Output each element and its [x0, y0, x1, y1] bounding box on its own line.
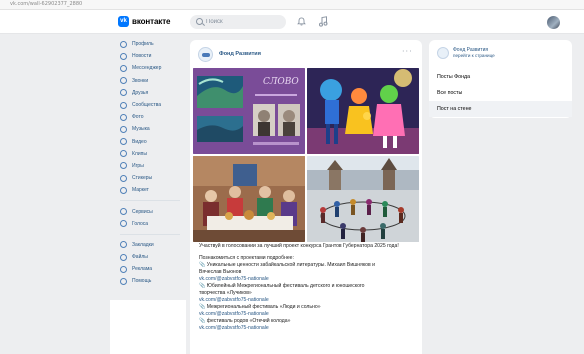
sidebar-item-ads[interactable]: Реклама [120, 263, 186, 275]
stage-costumes-image [307, 68, 419, 154]
sidebar-divider [120, 200, 180, 202]
sidebar-item-clips[interactable]: Клипы [120, 148, 186, 160]
top-header: vk вконтакте [0, 10, 584, 34]
post-photo-stage-costumes[interactable] [307, 68, 419, 154]
sidebar-item-friends[interactable]: Друзья [120, 87, 186, 99]
notifications-bell-icon[interactable] [297, 17, 306, 26]
svg-text:СЛОВО: СЛОВО [263, 77, 299, 87]
post-link[interactable]: vk.com/@zabvstfo75-nationale [199, 325, 414, 332]
menu-item-all-posts[interactable]: Все посты [429, 85, 572, 101]
ads-icon [120, 265, 127, 273]
vk-logo-icon: vk [118, 16, 129, 27]
sidebar-blank-area [110, 300, 186, 354]
right-card-header[interactable]: Фонд Развития перейти к странице [437, 47, 495, 59]
logo-text: вконтакте [132, 17, 171, 26]
profile-icon [120, 40, 127, 48]
communities-icon [120, 101, 127, 109]
search-input[interactable] [206, 15, 282, 29]
search-box[interactable] [190, 15, 286, 29]
sidebar-item-files[interactable]: Файлы [120, 251, 186, 263]
friends-icon [120, 89, 127, 97]
market-icon [120, 186, 127, 194]
sidebar-item-games[interactable]: Игры [120, 160, 186, 172]
search-icon [196, 18, 203, 25]
games-icon [120, 162, 127, 170]
right-card-menu: Посты Фонда Все посты Пост на стене [429, 69, 572, 117]
left-sidebar: Профиль Новости Мессенджер Звонки Друзья… [120, 38, 186, 288]
post-photo-folk-table[interactable] [193, 156, 305, 242]
menu-item-wall-post[interactable]: Пост на стене [429, 101, 572, 117]
calls-icon [120, 77, 127, 85]
sidebar-item-photos[interactable]: Фото [120, 111, 186, 123]
folk-table-image [193, 156, 305, 242]
sidebar-item-market[interactable]: Маркет [120, 184, 186, 196]
post-line: 📎 Уникальные ценности забайкальской лите… [199, 262, 375, 268]
browser-url[interactable]: vk.com/wall-62902377_2880 [10, 1, 82, 7]
sidebar-item-services[interactable]: Сервисы [120, 205, 186, 217]
post-line: 📎 Юбилейный Межрегиональный фестиваль де… [199, 283, 365, 289]
post-text: Участвуй в голосовании за лучший проект … [199, 243, 414, 332]
book-cover-image: СЛОВО [193, 68, 305, 154]
clips-icon [120, 150, 127, 158]
post-link[interactable]: vk.com/@zabvstfo75-nationale [199, 311, 414, 318]
bookmarks-icon [120, 241, 127, 249]
sidebar-item-calls[interactable]: Звонки [120, 75, 186, 87]
post-header: Фонд Развития [198, 46, 261, 62]
post-photo-book-cover[interactable]: СЛОВО [193, 68, 305, 154]
community-avatar[interactable] [437, 47, 449, 59]
post-line: 📎 фестиваль родов «Отечий колода» [199, 318, 291, 324]
post-line: Познакомиться с проектами подробнее: [199, 255, 294, 261]
sidebar-item-music[interactable]: Музыка [120, 123, 186, 135]
stickers-icon [120, 174, 127, 182]
music-note-icon[interactable] [318, 16, 328, 27]
more-options-icon[interactable]: ··· [402, 48, 413, 56]
help-icon [120, 277, 127, 285]
post-line: творчества «Лучиков» [199, 290, 252, 296]
post-link[interactable]: vk.com/@zabvstfo75-nationale [199, 297, 414, 304]
messenger-icon [120, 64, 127, 72]
photos-icon [120, 113, 127, 121]
sidebar-item-votes[interactable]: Голоса [120, 218, 186, 230]
post-line: Вячеслав Вьюнов [199, 269, 242, 275]
post-card: Фонд Развития ··· СЛОВО Участвуй в голос… [190, 40, 422, 354]
files-icon [120, 253, 127, 261]
post-photo-winter-festival[interactable] [307, 156, 419, 242]
post-link[interactable]: vk.com/@zabvstfo75-nationale [199, 276, 414, 283]
video-icon [120, 138, 127, 146]
browser-address-bar[interactable]: vk.com/wall-62902377_2880 [0, 0, 584, 10]
post-author-avatar[interactable] [198, 46, 213, 62]
community-link[interactable]: перейти к странице [453, 53, 495, 58]
vk-logo[interactable]: vk вконтакте [118, 16, 170, 27]
sidebar-item-video[interactable]: Видео [120, 136, 186, 148]
user-avatar[interactable] [547, 16, 560, 29]
services-icon [120, 208, 127, 216]
menu-item-community-posts[interactable]: Посты Фонда [429, 69, 572, 85]
post-line: 📎 Межрегиональный фестиваль «Люди и соль… [199, 304, 321, 310]
winter-festival-image [307, 156, 419, 242]
music-icon [120, 125, 127, 133]
sidebar-item-bookmarks[interactable]: Закладки [120, 239, 186, 251]
sidebar-item-messenger[interactable]: Мессенджер [120, 62, 186, 74]
sidebar-item-communities[interactable]: Сообщества [120, 99, 186, 111]
post-author-name[interactable]: Фонд Развития [219, 51, 261, 57]
sidebar-item-help[interactable]: Помощь [120, 275, 186, 287]
sidebar-item-profile[interactable]: Профиль [120, 38, 186, 50]
news-icon [120, 52, 127, 60]
sidebar-divider [120, 233, 180, 235]
sidebar-item-news[interactable]: Новости [120, 50, 186, 62]
right-community-card: Фонд Развития перейти к странице Посты Ф… [429, 40, 572, 118]
sidebar-item-stickers[interactable]: Стикеры [120, 172, 186, 184]
votes-icon [120, 220, 127, 228]
post-intro: Участвуй в голосовании за лучший проект … [199, 243, 399, 249]
